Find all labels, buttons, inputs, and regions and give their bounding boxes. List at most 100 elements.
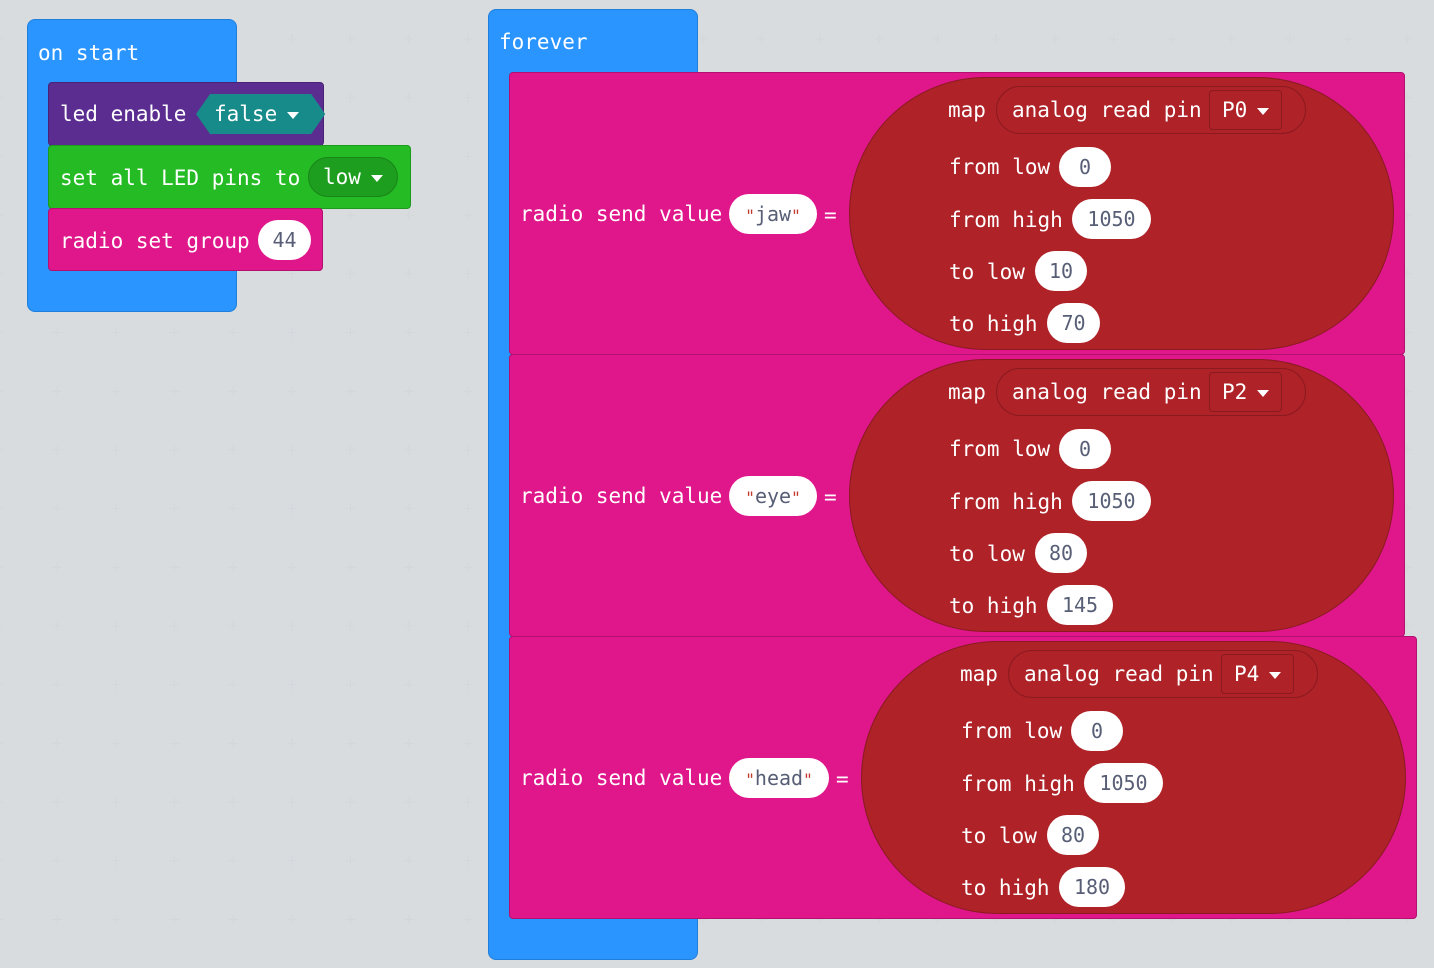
grid-cross [462,797,473,808]
grid-cross [169,738,180,749]
grid-cross [110,386,121,397]
grid-cross [404,444,415,455]
led-enable-dropdown[interactable]: false [196,94,325,134]
from-high-label: from high [949,208,1063,232]
pin-dropdown[interactable]: P2 [1209,372,1283,412]
grid-cross [462,914,473,925]
grid-cross [345,210,356,221]
grid-cross [462,34,473,44]
from-low-label: from low [949,437,1051,461]
grid-cross [286,914,297,925]
grid-cross [404,855,415,866]
grid-cross [404,210,415,221]
grid-cross [345,679,356,690]
grid-cross [462,503,473,514]
grid-cross [110,503,121,514]
led-enable-value: false [214,102,278,126]
pin-dropdown[interactable]: P0 [1209,90,1283,130]
grid-cross [169,386,180,397]
grid-cross [0,566,4,568]
from-low-label: from low [961,719,1063,743]
grid-cross [169,621,180,631]
set-led-pins-label: set all LED pins to [60,166,301,190]
grid-cross [52,562,62,573]
pin-value: P2 [1222,380,1248,404]
grid-cross [0,625,4,627]
from-low-input[interactable]: 0 [1059,429,1111,469]
grid-cross [52,855,62,866]
analog-read-label: analog read pin [1012,380,1202,404]
to-low-label: to low [961,824,1037,848]
from-high-input[interactable]: 1050 [1084,763,1163,803]
grid-cross [169,444,180,455]
grid-cross [52,386,62,397]
send-name-input[interactable]: "head" [729,758,829,798]
to-low-input[interactable]: 80 [1047,815,1099,855]
grid-cross [228,327,239,338]
to-low-input[interactable]: 10 [1035,251,1087,291]
grid-cross [345,503,356,514]
grid-cross [286,562,297,573]
radio-send-label: radio send value [520,484,723,508]
grid-cross [1343,34,1354,44]
grid-cross [286,327,297,338]
grid-cross [52,327,62,338]
grid-cross [110,738,121,749]
grid-cross [286,797,297,808]
grid-cross [345,562,356,573]
grid-cross [1167,34,1178,44]
from-low-input[interactable]: 0 [1059,147,1111,187]
grid-cross [0,390,4,392]
grid-cross [169,855,180,866]
equals-sign: = [836,767,849,791]
grid-cross [0,860,4,862]
from-low-input[interactable]: 0 [1071,711,1123,751]
to-high-input[interactable]: 180 [1059,867,1125,907]
grid-cross [932,34,943,44]
quote-open: " [745,770,755,789]
to-low-input[interactable]: 80 [1035,533,1087,573]
grid-cross [1284,34,1295,44]
grid-cross [462,210,473,221]
grid-cross [286,503,297,514]
to-high-input[interactable]: 145 [1047,585,1113,625]
grid-cross [462,92,473,103]
led-pins-dropdown[interactable]: low [308,157,398,197]
grid-cross [169,327,180,338]
chevron-down-icon [1269,671,1282,679]
chevron-down-icon [370,174,383,182]
grid-cross [345,34,356,44]
grid-cross [52,621,62,631]
grid-cross [462,738,473,749]
grid-cross [0,214,4,216]
grid-cross [462,679,473,690]
grid-cross [52,738,62,749]
from-low-label: from low [949,155,1051,179]
grid-cross [228,855,239,866]
analog-read-label: analog read pin [1024,662,1214,686]
send-name-input[interactable]: "eye" [729,476,817,516]
to-high-input[interactable]: 70 [1047,303,1100,343]
grid-cross [0,742,4,744]
quote-open: " [745,206,755,225]
from-high-input[interactable]: 1050 [1072,481,1151,521]
send-name-input[interactable]: "jaw" [729,194,817,234]
grid-cross [169,503,180,514]
pin-dropdown[interactable]: P4 [1221,654,1295,694]
grid-cross [169,562,180,573]
from-high-label: from high [949,490,1063,514]
grid-cross [462,268,473,279]
grid-cross [52,914,62,925]
grid-cross [286,621,297,631]
grid-cross [0,273,4,275]
grid-cross [345,444,356,455]
grid-cross [462,444,473,455]
radio-group-input[interactable]: 44 [258,220,311,260]
grid-cross [228,679,239,690]
grid-cross [345,797,356,808]
grid-cross [110,444,121,455]
grid-cross [1402,34,1413,44]
grid-cross [228,444,239,455]
grid-cross [756,34,767,44]
from-high-input[interactable]: 1050 [1072,199,1151,239]
